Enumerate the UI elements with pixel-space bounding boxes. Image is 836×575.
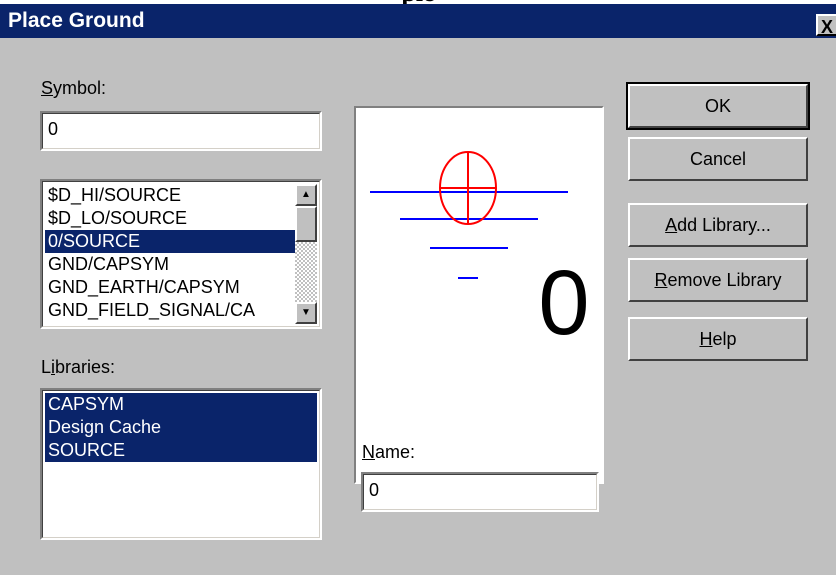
ground-symbol-graphic: 0 (370, 151, 590, 354)
ok-button[interactable]: OK (626, 82, 810, 130)
scroll-thumb[interactable] (295, 206, 317, 242)
add-library-button[interactable]: Add Library... (628, 203, 808, 247)
cancel-button[interactable]: Cancel (628, 137, 808, 181)
symbol-list-item[interactable]: $D_HI/SOURCE (45, 184, 295, 207)
dialog-title: Place Ground (8, 9, 145, 32)
remove-library-button[interactable]: Remove Library (628, 258, 808, 302)
symbol-list-item[interactable]: $D_LO/SOURCE (45, 207, 295, 230)
scroll-up-button[interactable]: ▲ (295, 184, 317, 206)
preview-symbol-name: 0 (538, 252, 589, 354)
scroll-down-button[interactable]: ▼ (295, 302, 317, 324)
place-ground-dialog: Place Ground X Symbol: 0 $D_HI/SOURCE $D_… (0, 4, 836, 575)
arrow-up-icon: ▲ (301, 189, 311, 200)
library-list-item[interactable]: SOURCE (45, 439, 317, 462)
symbol-list-item[interactable]: GND_EARTH/CAPSYM (45, 276, 295, 299)
symbol-label: Symbol: (41, 78, 107, 98)
library-list-item[interactable]: CAPSYM (45, 393, 317, 416)
symbol-list[interactable]: $D_HI/SOURCE $D_LO/SOURCE 0/SOURCE GND/CAPS… (40, 179, 322, 329)
symbol-input-value: 0 (48, 119, 59, 139)
name-label: Name: (362, 442, 416, 462)
title-bar: Place Ground X (0, 4, 836, 38)
symbol-list-item[interactable]: GND_FIELD_SIGNAL/CA (45, 299, 295, 322)
libraries-label: Libraries: (41, 357, 116, 377)
library-list-item[interactable]: Design Cache (45, 416, 317, 439)
symbol-preview: 0 (354, 106, 604, 484)
libraries-list[interactable]: CAPSYM Design Cache SOURCE (40, 388, 322, 540)
arrow-down-icon: ▼ (301, 307, 311, 318)
symbol-list-item[interactable]: GND/CAPSYM (45, 253, 295, 276)
symbol-list-scrollbar[interactable]: ▲ ▼ (295, 184, 317, 324)
close-button[interactable]: X (816, 14, 836, 37)
name-input[interactable]: 0 (361, 472, 599, 512)
help-button[interactable]: Help (628, 317, 808, 361)
symbol-input[interactable]: 0 (40, 111, 322, 151)
close-icon: X (820, 17, 833, 37)
name-input-value: 0 (369, 480, 380, 500)
symbol-list-item[interactable]: 0/SOURCE (45, 230, 295, 253)
